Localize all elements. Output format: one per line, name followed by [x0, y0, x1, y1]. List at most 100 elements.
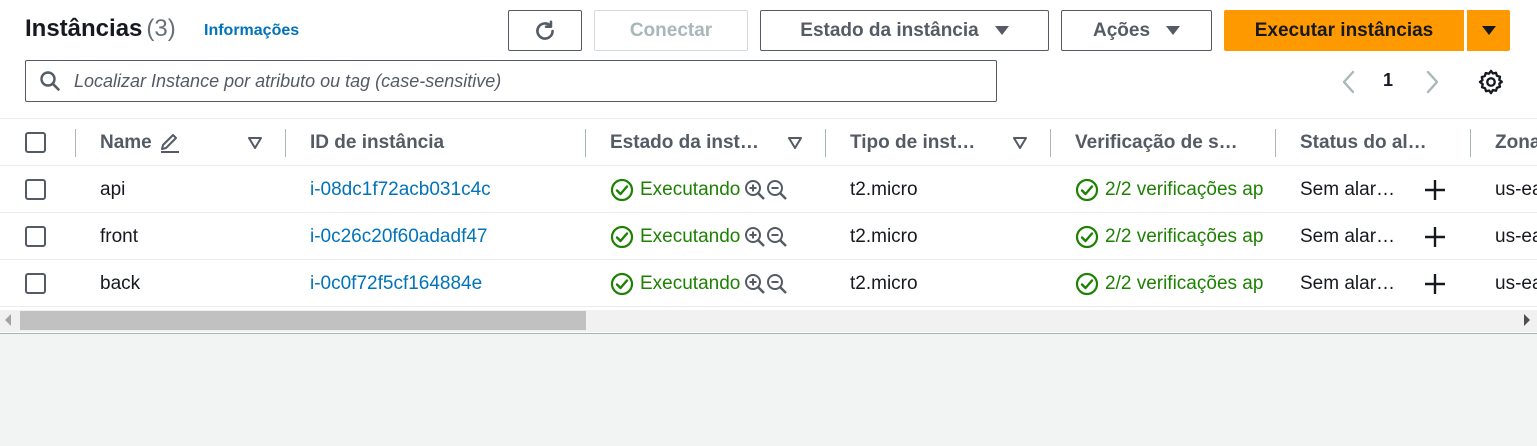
launch-options-button[interactable] — [1467, 10, 1510, 51]
instance-type: t2.micro — [850, 225, 918, 247]
next-page-icon[interactable] — [1420, 68, 1444, 96]
select-all-checkbox[interactable] — [25, 132, 46, 153]
add-alarm-plus-icon[interactable] — [1423, 178, 1447, 202]
column-header-instance-type[interactable]: Tipo de inst… — [850, 119, 1000, 167]
search-icon — [40, 71, 60, 91]
zoom-out-icon[interactable] — [766, 226, 788, 248]
column-instance-state-label: Estado da inst… — [610, 132, 759, 153]
zoom-in-icon[interactable] — [744, 273, 766, 295]
search-bar[interactable] — [25, 60, 997, 102]
table-row[interactable]: front i-0c26c20f60adadf47 Executando t2.… — [0, 213, 1537, 260]
column-alarm-status-label: Status do al… — [1300, 132, 1427, 153]
status-check: 2/2 verificações ap — [1075, 260, 1277, 307]
instance-state-dropdown[interactable]: Estado da instância — [760, 10, 1049, 51]
status-check-text: 2/2 verificações ap — [1105, 225, 1264, 247]
edit-pencil-icon[interactable] — [158, 132, 182, 154]
column-divider — [75, 129, 76, 157]
zoom-in-icon[interactable] — [744, 179, 766, 201]
instance-state: Executando — [610, 260, 810, 307]
instance-id-link[interactable]: i-0c0f72f5cf164884e — [310, 260, 580, 307]
status-success-icon — [610, 225, 634, 248]
status-success-icon — [610, 272, 634, 295]
status-success-icon — [1075, 272, 1099, 295]
connect-button-label: Conectar — [629, 19, 713, 41]
info-link[interactable]: Informações — [204, 22, 299, 40]
zoom-in-icon[interactable] — [744, 226, 766, 248]
instance-type: t2.micro — [850, 272, 918, 294]
connect-button[interactable]: Conectar — [594, 10, 748, 51]
table-row[interactable]: api i-08dc1f72acb031c4c Executando t2.mi… — [0, 166, 1537, 213]
zoom-out-icon[interactable] — [766, 179, 788, 201]
alarm-status: Sem alar… — [1300, 225, 1396, 247]
refresh-icon — [536, 19, 554, 40]
refresh-button[interactable] — [508, 10, 582, 51]
row-checkbox[interactable] — [25, 179, 46, 200]
actions-label: Ações — [1092, 19, 1151, 41]
caret-down-icon — [1481, 26, 1496, 35]
instance-state-text: Executando — [640, 178, 741, 200]
status-check: 2/2 verificações ap — [1075, 166, 1277, 213]
column-header-name[interactable]: Name — [100, 119, 250, 167]
horizontal-scrollbar[interactable] — [0, 310, 1537, 332]
row-checkbox[interactable] — [25, 226, 46, 247]
column-instance-id-label: ID de instância — [310, 132, 445, 153]
sort-caret-icon[interactable] — [1013, 137, 1027, 149]
instance-id-link[interactable]: i-08dc1f72acb031c4c — [310, 166, 580, 213]
column-header-alarm-status[interactable]: Status do al… — [1300, 119, 1450, 167]
instance-state: Executando — [610, 213, 810, 260]
column-divider — [825, 129, 826, 157]
launch-instances-button[interactable]: Executar instâncias — [1224, 10, 1464, 51]
column-header-zone[interactable]: Zona — [1495, 119, 1537, 167]
launch-instances-label: Executar instâncias — [1254, 19, 1434, 41]
instance-id-link[interactable]: i-0c26c20f60adadf47 — [310, 213, 580, 260]
instances-header: Instâncias (3) Informações Conectar Estad… — [0, 0, 1537, 118]
actions-dropdown[interactable]: Ações — [1061, 10, 1212, 51]
table-row[interactable]: back i-0c0f72f5cf164884e Executando t2.m… — [0, 260, 1537, 307]
status-check: 2/2 verificações ap — [1075, 213, 1277, 260]
status-success-icon — [610, 178, 634, 201]
search-input[interactable] — [74, 70, 974, 92]
sort-caret-icon[interactable] — [248, 137, 262, 149]
availability-zone: us-ea — [1495, 272, 1537, 294]
column-divider — [1275, 129, 1276, 157]
alarm-status: Sem alar… — [1300, 178, 1396, 200]
instance-name: back — [100, 272, 141, 294]
column-status-check-label: Verificação de s… — [1075, 132, 1238, 153]
column-header-status-check[interactable]: Verificação de s… — [1075, 119, 1260, 167]
scroll-right-arrow-icon[interactable] — [1524, 314, 1530, 326]
table-header: Name ID de instância Estado da inst… Tip… — [0, 118, 1537, 166]
instance-name: front — [100, 225, 139, 247]
instance-name: api — [100, 178, 126, 200]
row-checkbox[interactable] — [25, 273, 46, 294]
page-title-text: Instâncias — [25, 15, 143, 42]
scrollbar-thumb[interactable] — [20, 311, 586, 330]
column-header-instance-state[interactable]: Estado da inst… — [610, 119, 780, 167]
caret-down-icon — [994, 26, 1009, 35]
instance-type: t2.micro — [850, 178, 918, 200]
scroll-left-arrow-icon[interactable] — [5, 314, 11, 326]
zoom-out-icon[interactable] — [766, 273, 788, 295]
instance-state: Executando — [610, 166, 810, 213]
availability-zone: us-ea — [1495, 225, 1537, 247]
status-check-text: 2/2 verificações ap — [1105, 272, 1264, 294]
column-header-instance-id[interactable]: ID de instância — [310, 119, 570, 167]
add-alarm-plus-icon[interactable] — [1423, 225, 1447, 249]
instance-state-text: Executando — [640, 225, 741, 247]
column-divider — [1050, 129, 1051, 157]
instance-count: (3) — [146, 15, 176, 42]
settings-gear-icon[interactable] — [1477, 68, 1505, 96]
current-page[interactable]: 1 — [1383, 70, 1393, 91]
column-instance-type-label: Tipo de inst… — [850, 132, 976, 153]
previous-page-icon[interactable] — [1337, 68, 1361, 96]
add-alarm-plus-icon[interactable] — [1423, 272, 1447, 296]
caret-down-icon — [1166, 26, 1181, 35]
status-check-text: 2/2 verificações ap — [1105, 178, 1264, 200]
status-success-icon — [1075, 178, 1099, 201]
column-divider — [285, 129, 286, 157]
column-name-label: Name — [100, 132, 152, 153]
instance-state-label: Estado da instância — [800, 19, 979, 41]
instance-state-text: Executando — [640, 272, 741, 294]
sort-caret-icon[interactable] — [788, 137, 802, 149]
instances-panel: Instâncias (3) Informações Conectar Estad… — [0, 0, 1537, 334]
column-divider — [1470, 129, 1471, 157]
